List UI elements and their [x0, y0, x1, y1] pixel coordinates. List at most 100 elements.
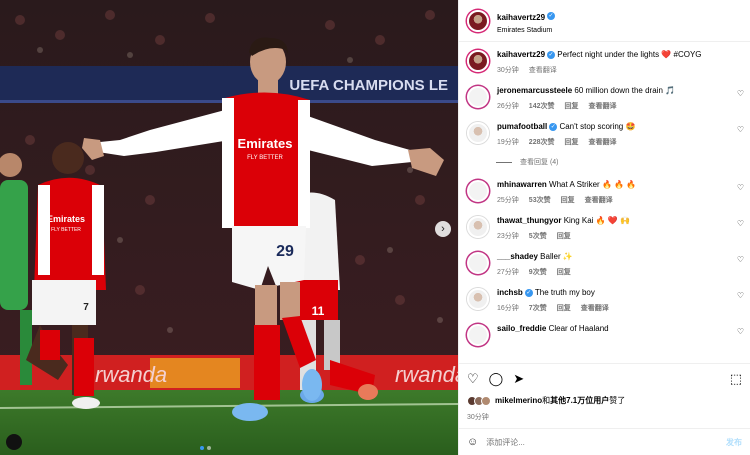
post-location[interactable]: Emirates Stadium	[497, 27, 555, 34]
comment-item: inchsb ✓ The truth my boy 16分钟 7次赞 回复 查看翻译 ♡	[459, 287, 750, 313]
comment-time: 25分钟	[497, 197, 519, 204]
caption-time: 30分钟	[497, 67, 519, 74]
comment-icon[interactable]: ◯	[489, 371, 504, 387]
commenter-avatar[interactable]	[467, 180, 489, 202]
commenter-avatar[interactable]	[467, 324, 489, 346]
ad-board-text: rwanda	[95, 362, 167, 387]
comment-username[interactable]: jeronemarcussteele	[497, 86, 572, 95]
heart-icon[interactable]: ♡	[737, 183, 744, 192]
tagged-user-icon[interactable]	[6, 434, 22, 450]
comment-item: sailo_freddie Clear of Haaland ♡	[459, 323, 750, 346]
comment-time: 23分钟	[497, 233, 519, 240]
reply-button[interactable]: 回复	[561, 195, 575, 205]
author-avatar[interactable]	[467, 9, 489, 32]
likes-summary: mikelmerino 和其他7.1万位用户 赞了	[459, 393, 750, 408]
reply-button[interactable]: 回复	[564, 101, 578, 111]
comment-username[interactable]: ___shadey	[497, 252, 538, 261]
comment-item: pumafootball ✓ Can't stop scoring 🤩 19分钟 2…	[459, 121, 750, 147]
carousel-indicator	[200, 446, 211, 450]
teammate-sponsor: Emirates	[47, 214, 85, 224]
carousel-dot	[207, 446, 211, 450]
comments-list[interactable]: kaihavertz29 ✓ Perfect night under the li…	[459, 42, 750, 363]
heart-icon[interactable]: ♡	[737, 255, 744, 264]
likes-connector: 和	[542, 396, 551, 405]
translate-link[interactable]: 查看翻译	[588, 137, 616, 147]
comment-username[interactable]: pumafootball	[497, 122, 547, 131]
reply-button[interactable]: 回复	[557, 267, 571, 277]
reply-button[interactable]: 回复	[557, 231, 571, 241]
caption: kaihavertz29 ✓ Perfect night under the li…	[459, 49, 750, 75]
comment-text: Can't stop scoring 🤩	[559, 122, 636, 131]
comment-likes[interactable]: 7次赞	[529, 303, 547, 313]
heart-icon[interactable]: ♡	[467, 371, 479, 387]
comment-item: ___shadey Baller ✨ 27分钟 9次赞 回复 ♡	[459, 251, 750, 277]
comment-username[interactable]: sailo_freddie	[497, 324, 546, 333]
verified-badge-icon: ✓	[547, 11, 556, 20]
heart-icon[interactable]: ♡	[737, 327, 744, 336]
caption-text: Perfect night under the lights ❤️ #COYG	[557, 50, 702, 59]
translate-link[interactable]: 查看翻译	[581, 303, 609, 313]
emoji-icon[interactable]: ☺	[467, 436, 478, 448]
translate-link[interactable]: 查看翻译	[588, 101, 616, 111]
verified-badge-icon: ✓	[549, 122, 558, 131]
comment-likes[interactable]: 53次赞	[529, 195, 551, 205]
verified-badge-icon: ✓	[547, 50, 556, 59]
teammate-sponsor-sub: FLY BETTER	[51, 227, 81, 233]
post-header: kaihavertz29 ✓ Emirates Stadium	[459, 0, 750, 42]
post-photo[interactable]: UEFA CHAMPIONS LE rwanda rwanda	[0, 0, 458, 455]
reply-button[interactable]: 回复	[557, 303, 571, 313]
comment-username[interactable]: mhinawarren	[497, 180, 547, 189]
comment-text: Baller ✨	[540, 252, 573, 261]
shirt-sponsor: Emirates	[238, 136, 293, 151]
next-image-button[interactable]: ›	[435, 221, 451, 237]
comment-input[interactable]	[486, 437, 726, 447]
heart-icon[interactable]: ♡	[737, 291, 744, 300]
post-sidebar: kaihavertz29 ✓ Emirates Stadium kaihavert…	[458, 0, 750, 455]
photo-illustration: UEFA CHAMPIONS LE rwanda rwanda	[0, 0, 458, 455]
caption-username[interactable]: kaihavertz29	[497, 50, 545, 59]
comment-likes[interactable]: 5次赞	[529, 231, 547, 241]
reply-button[interactable]: 回复	[564, 137, 578, 147]
comment-time: 26分钟	[497, 103, 519, 110]
view-replies-label: 查看回复 (4)	[520, 159, 559, 166]
likes-tail: 赞了	[609, 396, 626, 405]
banner-text: UEFA CHAMPIONS LE	[289, 77, 448, 94]
comment-username[interactable]: inchsb	[497, 288, 523, 297]
comment-likes[interactable]: 9次赞	[529, 267, 547, 277]
verified-badge-icon: ✓	[524, 288, 533, 297]
share-icon[interactable]: ➤	[513, 371, 524, 387]
comment-text: Clear of Haaland	[548, 324, 609, 333]
post-comment-button[interactable]: 发布	[726, 437, 742, 448]
view-replies-button[interactable]: 查看回复 (4)	[496, 157, 750, 167]
commenter-avatar[interactable]	[467, 252, 489, 274]
bookmark-icon[interactable]: ⬚	[730, 371, 742, 387]
caption-translate-link[interactable]: 查看翻译	[529, 65, 557, 75]
comment-likes[interactable]: 142次赞	[529, 101, 555, 111]
comment-item: jeronemarcussteele 60 million down the d…	[459, 85, 750, 111]
author-avatar[interactable]	[467, 50, 489, 72]
comment-item: thawat_thungyor King Kai 🔥 ❤️ 🙌 23分钟 5次赞回…	[459, 215, 750, 241]
comment-composer: ☺ 发布	[459, 428, 750, 455]
comment-text: What A Striker 🔥 🔥 🔥	[549, 180, 637, 189]
comment-time: 16分钟	[497, 305, 519, 312]
liker-avatars	[467, 395, 491, 406]
heart-icon[interactable]: ♡	[737, 89, 744, 98]
translate-link[interactable]: 查看翻译	[585, 195, 613, 205]
author-username[interactable]: kaihavertz29	[497, 13, 545, 22]
commenter-avatar[interactable]	[467, 288, 489, 310]
commenter-avatar[interactable]	[467, 216, 489, 238]
comment-username[interactable]: thawat_thungyor	[497, 216, 561, 225]
comment-text: King Kai 🔥 ❤️ 🙌	[563, 216, 631, 225]
heart-icon[interactable]: ♡	[737, 219, 744, 228]
comment-item: mhinawarren What A Striker 🔥 🔥 🔥 25分钟 53次…	[459, 179, 750, 205]
heart-icon[interactable]: ♡	[737, 125, 744, 134]
commenter-avatar[interactable]	[467, 86, 489, 108]
likes-others[interactable]: 其他7.1万位用户	[550, 395, 609, 406]
liker-username[interactable]: mikelmerino	[495, 396, 542, 405]
shirt-number: 29	[276, 243, 294, 260]
comment-likes[interactable]: 228次赞	[529, 137, 555, 147]
commenter-avatar[interactable]	[467, 122, 489, 144]
action-bar: ♡ ◯ ➤ ⬚	[459, 363, 750, 393]
comment-time: 19分钟	[497, 139, 519, 146]
comment-text: 60 million down the drain 🎵	[574, 86, 676, 95]
